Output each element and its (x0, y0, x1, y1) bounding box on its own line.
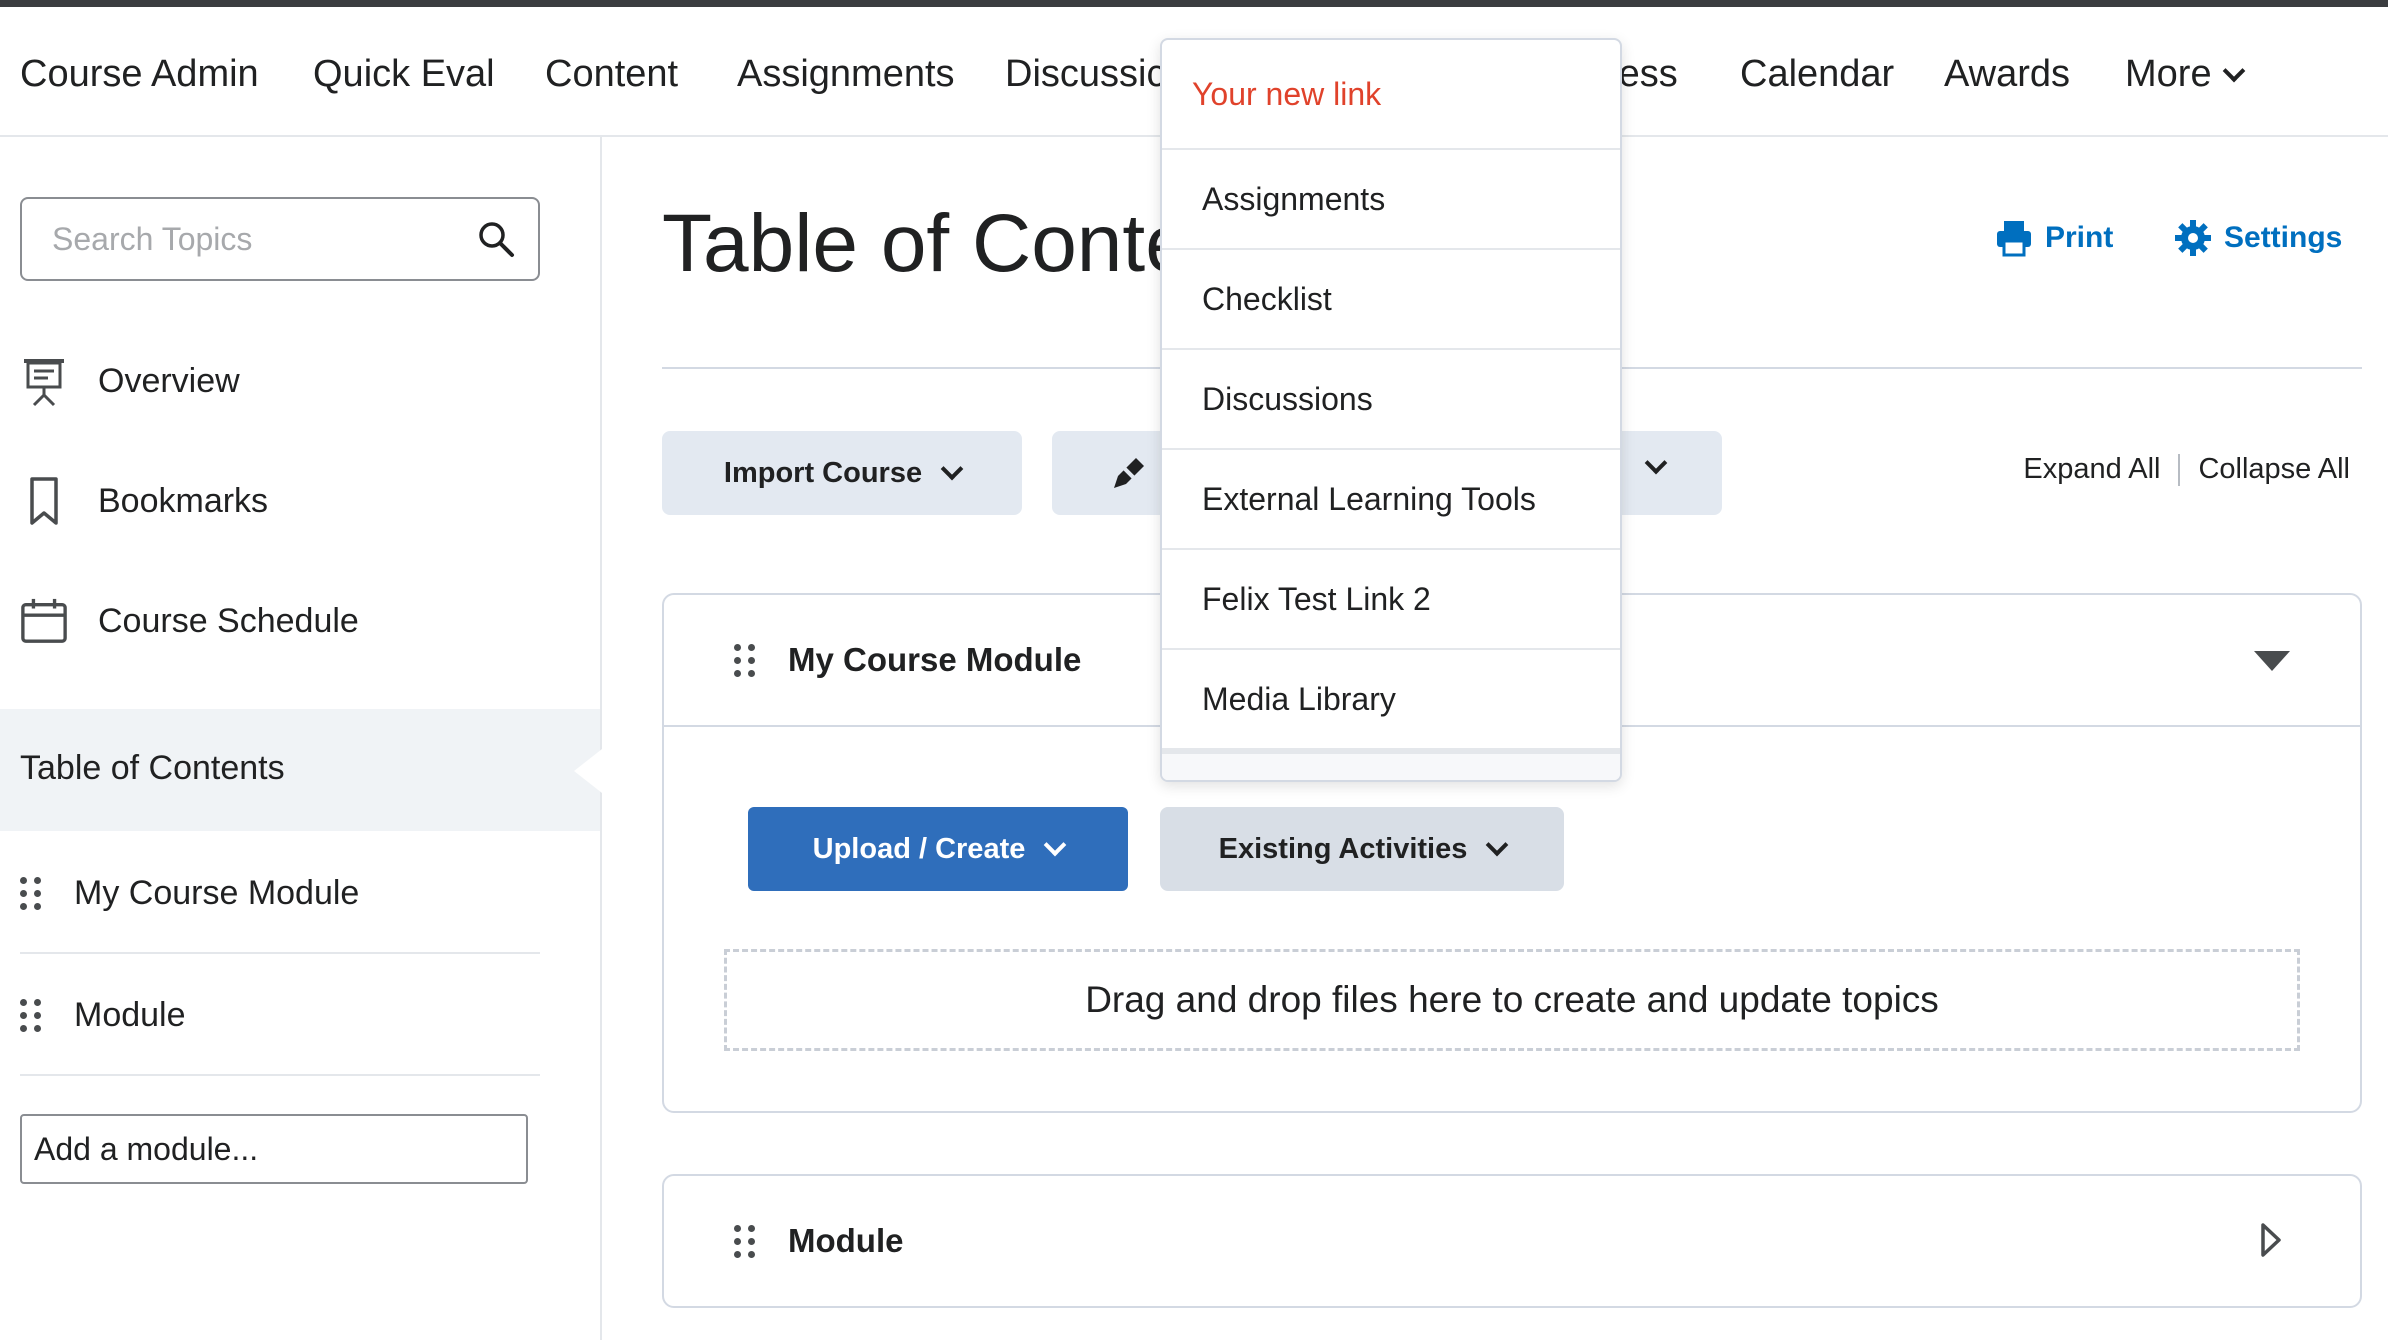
nav-discussions[interactable]: Discussic (1005, 53, 1165, 96)
file-dropzone[interactable]: Drag and drop files here to create and u… (724, 949, 2300, 1051)
chevron-down-icon (940, 457, 964, 481)
nav-calendar[interactable]: Calendar (1740, 53, 1894, 96)
module-header[interactable]: Module (664, 1176, 2360, 1306)
upload-create-button[interactable]: Upload / Create (748, 807, 1128, 891)
menu-item-your-new-link[interactable]: Your new link (1162, 40, 1620, 150)
calendar-icon (21, 598, 67, 643)
chevron-down-icon (2222, 59, 2245, 82)
module-title: My Course Module (788, 641, 1082, 678)
expand-collapse-controls: Expand All Collapse All (2023, 453, 2350, 486)
page: Course Admin Quick Eval Content Assignme… (0, 0, 2388, 1340)
active-indicator (574, 749, 602, 793)
sidebar-item-table-of-contents[interactable]: Table of Contents (0, 709, 602, 831)
divider (2178, 453, 2181, 486)
import-course-label: Import Course (723, 456, 923, 489)
chevron-down-icon (1044, 833, 1067, 857)
drag-handle-icon[interactable] (734, 643, 764, 677)
nav-course-admin[interactable]: Course Admin (20, 53, 259, 96)
sidebar-module-item[interactable]: Module (20, 956, 540, 1076)
sidebar-item-overview[interactable]: Overview (20, 351, 240, 411)
sidebar-item-course-schedule[interactable]: Course Schedule (20, 591, 359, 651)
page-title: Table of Conte (662, 198, 1191, 289)
search-box (20, 197, 540, 281)
sidebar-item-label: Bookmarks (98, 481, 269, 520)
chevron-down-icon (1644, 451, 1668, 475)
settings-label: Settings (2224, 221, 2343, 254)
caret-right-icon[interactable] (2260, 1222, 2282, 1258)
sidebar-item-bookmarks[interactable]: Bookmarks (20, 471, 268, 531)
chevron-down-icon (1486, 833, 1509, 857)
module-body: Upload / Create Existing Activities Drag… (664, 725, 2360, 1111)
upload-create-label: Upload / Create (812, 832, 1026, 865)
more-dropdown-menu: Your new link Assignments Checklist Disc… (1160, 38, 1622, 782)
sidebar-item-label: Overview (98, 361, 240, 400)
add-module-input[interactable]: Add a module... (20, 1114, 528, 1184)
print-button[interactable]: Print (1995, 219, 2113, 257)
printer-icon (1997, 221, 2031, 257)
caret-down-icon[interactable] (2254, 651, 2290, 671)
collapse-all-link[interactable]: Collapse All (2198, 453, 2350, 486)
existing-activities-label: Existing Activities (1218, 832, 1468, 865)
module-title: Module (788, 1222, 904, 1259)
nav-more-label: More (2125, 53, 2212, 95)
menu-item-felix-test-link-2[interactable]: Felix Test Link 2 (1162, 550, 1620, 650)
pencil-icon (1110, 454, 1148, 492)
module-card: Module (662, 1174, 2362, 1308)
bookmark-icon (30, 477, 58, 525)
nav-assignments[interactable]: Assignments (737, 53, 955, 96)
menu-item-discussions[interactable]: Discussions (1162, 350, 1620, 450)
sidebar-item-label: Course Schedule (98, 601, 359, 640)
print-label: Print (2045, 221, 2114, 254)
expand-all-link[interactable]: Expand All (2023, 453, 2160, 486)
drag-handle-icon[interactable] (734, 1224, 764, 1258)
sidebar-item-label: Table of Contents (20, 749, 285, 787)
existing-activities-button[interactable]: Existing Activities (1160, 807, 1564, 891)
sidebar-module-label: Module (74, 995, 186, 1034)
menu-item-external-learning-tools[interactable]: External Learning Tools (1162, 450, 1620, 550)
settings-button[interactable]: Settings (2174, 219, 2342, 257)
nav-more-button[interactable]: More (2125, 53, 2245, 96)
top-strip (0, 0, 2388, 7)
menu-item-checklist[interactable]: Checklist (1162, 250, 1620, 350)
sidebar-module-label: My Course Module (74, 873, 360, 912)
import-course-button[interactable]: Import Course (662, 431, 1022, 515)
search-topics-input[interactable] (22, 199, 462, 279)
nav-awards[interactable]: Awards (1944, 53, 2070, 96)
drag-handle-icon[interactable] (20, 998, 50, 1032)
nav-quick-eval[interactable]: Quick Eval (313, 53, 495, 96)
nav-content[interactable]: Content (545, 53, 678, 96)
drag-handle-icon[interactable] (20, 876, 50, 910)
search-icon[interactable] (476, 219, 516, 259)
sidebar-module-item[interactable]: My Course Module (20, 834, 540, 954)
menu-item-media-library[interactable]: Media Library (1162, 650, 1620, 750)
presentation-icon (24, 359, 64, 407)
menu-scroll-edge (1162, 750, 1620, 780)
menu-item-assignments[interactable]: Assignments (1162, 150, 1620, 250)
sidebar: Overview Bookmarks Course Schedule (0, 137, 602, 1340)
gear-icon (2175, 220, 2211, 256)
